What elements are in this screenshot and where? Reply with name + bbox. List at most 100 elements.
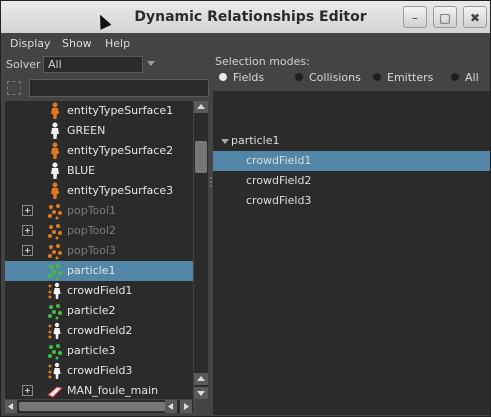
menu-help[interactable]: Help [105,37,130,50]
tree-row-label: GREEN [67,124,106,137]
radio-indicator[interactable] [451,73,459,81]
particles-green-icon [47,342,63,360]
tree-row-label: particle2 [67,304,116,317]
tree-row[interactable]: popTool1 [5,201,193,221]
tree-row[interactable]: particle2 [5,301,193,321]
scroll-up-button-lower[interactable] [194,373,208,385]
arrow-left-icon [168,403,173,410]
tree-vertical-scrollbar[interactable] [194,101,208,399]
tree-child-row[interactable]: crowdField2 [213,171,490,191]
tree-row-label: entityTypeSurface1 [67,104,174,117]
tree-row-label: entityTypeSurface3 [67,184,174,197]
scroll-down-button[interactable] [194,387,208,399]
particles-orange-icon [47,242,63,260]
close-button[interactable]: ✖ [463,6,487,28]
tree-row-label: crowdField2 [67,324,133,337]
tree-row[interactable]: particle1 [5,261,193,281]
solver-dropdown[interactable]: All [43,56,143,73]
filter-input[interactable] [29,79,209,97]
radio-label: Emitters [387,71,434,84]
tree-row-label: crowdField1 [67,284,133,297]
tree-row[interactable]: crowdField1 [5,281,193,301]
dynamic-relationships-window: Dynamic Relationships Editor – □ ✖ Displ… [0,0,491,417]
title-bar[interactable]: Dynamic Relationships Editor – □ ✖ [1,1,490,33]
tree-row-label: MAN_foule_main [67,384,159,397]
tree-child-label: crowdField1 [246,154,312,167]
person-orange-icon [47,102,63,120]
tree-row[interactable]: crowdField3 [5,361,193,381]
tree-child-label: crowdField2 [246,174,312,187]
minimize-button[interactable]: – [403,6,427,28]
tree-row[interactable]: entityTypeSurface3 [5,181,193,201]
tree-row[interactable]: entityTypeSurface2 [5,141,193,161]
menu-bar: Display Show Help [1,34,490,53]
mesh-icon [47,382,64,399]
expand-icon[interactable] [22,245,33,256]
tree-row-label: entityTypeSurface2 [67,144,174,157]
relationship-tree: particle1 crowdField1 crowdField2 crowdFie… [213,91,490,415]
particles-orange-icon [47,202,63,220]
window-title: Dynamic Relationships Editor [134,9,367,25]
tree-row[interactable]: GREEN [5,121,193,141]
tree-row-label: popTool1 [67,204,117,217]
tree-horizontal-scrollbar[interactable] [5,400,193,413]
collapse-triangle-icon[interactable] [221,139,229,144]
arrow-up-icon [197,104,205,109]
tree-row[interactable]: entityTypeSurface1 [5,101,193,121]
arrow-down-icon [197,391,205,396]
scroll-right-button[interactable] [180,400,192,413]
expand-icon[interactable] [22,385,33,396]
arrow-left-icon [8,403,13,410]
tree-row-label: crowdField3 [67,364,133,377]
expand-icon[interactable] [22,225,33,236]
arrow-right-icon [184,403,189,410]
object-tree: entityTypeSurface1 GREEN entityTypeSurface… [5,101,193,399]
particles-green-icon [47,262,63,280]
person-orange-icon [47,142,63,160]
radio-indicator[interactable] [219,73,227,81]
selection-modes-title: Selection modes: [215,55,310,68]
menu-show[interactable]: Show [62,37,92,50]
filter-icon[interactable] [7,81,21,95]
scroll-left-button-lower[interactable] [165,400,177,413]
tree-row-label: particle1 [67,264,116,277]
expand-icon[interactable] [22,205,33,216]
tree-child-label: crowdField3 [246,194,312,207]
crowd-field-icon [47,362,63,380]
particles-orange-icon [47,222,63,240]
tree-row-label: popTool2 [67,224,117,237]
tree-child-row[interactable]: crowdField1 [213,151,490,171]
solver-row: Solver All [1,53,213,75]
arrow-up-icon [197,376,205,381]
person-white-icon [47,122,63,140]
tree-row[interactable]: crowdField2 [5,321,193,341]
crowd-field-icon [47,322,63,340]
scroll-thumb[interactable] [195,141,207,173]
chevron-down-icon[interactable] [147,61,155,66]
tree-row[interactable]: popTool3 [5,241,193,261]
radio-indicator[interactable] [373,73,381,81]
scroll-left-button[interactable] [5,400,17,413]
tree-row-label: popTool3 [67,244,117,257]
tree-parent-row[interactable]: particle1 [213,131,490,151]
radio-indicator[interactable] [295,73,303,81]
tree-row[interactable]: MAN_foule_main [5,381,193,399]
parent-label: particle1 [231,134,280,147]
tree-row-label: BLUE [67,164,96,177]
person-white-icon [47,162,63,180]
tree-row[interactable]: BLUE [5,161,193,181]
maximize-button[interactable]: □ [433,6,457,28]
filter-row [1,77,213,99]
horizontal-scroll-thumb[interactable] [19,402,169,411]
crowd-field-icon [47,282,63,300]
selection-panel: Selection modes: Fields Collisions Emitt… [213,53,490,415]
particles-green-icon [47,302,63,320]
menu-display[interactable]: Display [10,37,51,50]
scroll-up-button[interactable] [194,101,208,113]
radio-label: All [465,71,479,84]
solver-label: Solver [6,58,41,71]
tree-child-row[interactable]: crowdField3 [213,191,490,211]
tree-row[interactable]: particle3 [5,341,193,361]
tree-row[interactable]: popTool2 [5,221,193,241]
radio-label: Collisions [309,71,361,84]
